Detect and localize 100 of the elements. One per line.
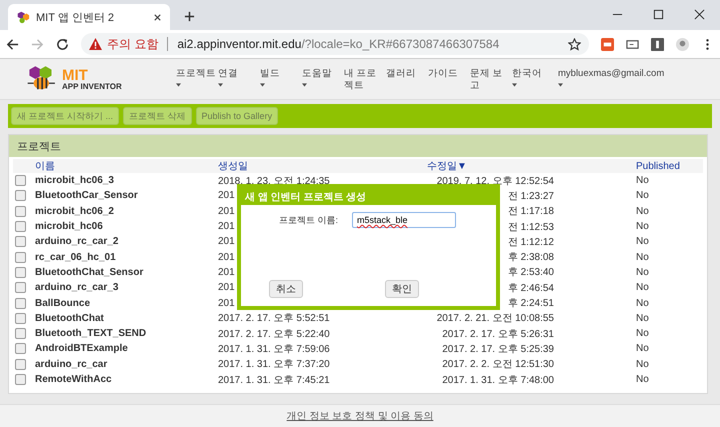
close-icon[interactable] [694, 9, 705, 20]
project-name[interactable]: BluetoothCar_Sensor [35, 190, 138, 202]
checkbox[interactable] [15, 374, 26, 385]
column-header[interactable]: 생성일 [218, 159, 427, 173]
nav-menu-item[interactable]: mybluexmas@gmail.com [558, 68, 664, 80]
created-date: 201 [218, 206, 235, 217]
modified-date: 전 1:12:53 [508, 222, 554, 233]
nav-menu-item[interactable]: 갤러리 [386, 68, 416, 80]
close-icon[interactable] [153, 12, 162, 22]
published-status: No [636, 328, 649, 340]
caret-icon[interactable] [218, 83, 223, 87]
project-name[interactable]: AndroidBTExample [35, 343, 128, 354]
checkbox[interactable] [15, 343, 26, 354]
profile-icon[interactable] [676, 38, 689, 50]
extension-icon[interactable] [601, 38, 614, 50]
caret-icon[interactable] [260, 83, 265, 87]
new-tab-icon[interactable] [184, 11, 195, 22]
project-name[interactable]: microbit_hc06_3 [35, 175, 114, 186]
checkbox[interactable] [15, 252, 26, 263]
project-name[interactable]: arduino_rc_car [35, 358, 108, 370]
published-status: No [636, 221, 649, 232]
project-name[interactable]: arduino_rc_car_2 [35, 236, 118, 248]
dialog-button[interactable]: 확인 [385, 280, 419, 298]
nav-menu-item[interactable]: 한국어 [512, 68, 542, 80]
checkbox[interactable] [15, 221, 26, 232]
checkbox[interactable] [15, 266, 26, 278]
project-name[interactable]: microbit_hc06 [35, 221, 103, 232]
nav-menu-item[interactable]: 프로젝트 [176, 68, 216, 80]
privacy-policy-link[interactable]: 개인 정보 보호 정책 및 이용 동의 [286, 409, 434, 423]
nav-menu-item[interactable]: 가이드 [428, 68, 458, 80]
checkbox[interactable] [15, 282, 26, 294]
address-field[interactable]: 주의 요함 ai2.appinventor.mit.edu/?locale=ko_KR#6673087466307584 [81, 33, 589, 55]
checkbox[interactable] [15, 236, 26, 248]
project-name[interactable]: arduino_rc_car_3 [35, 282, 118, 294]
created-date: 201 [218, 252, 235, 263]
modified-date: 2017. 2. 2. 오전 12:51:30 [442, 359, 554, 370]
project-name[interactable]: RemoteWithAcc [35, 374, 112, 385]
created-date: 201 [218, 298, 235, 309]
browser-tab[interactable]: MIT 앱 인벤터 2 [8, 4, 170, 30]
published-status: No [636, 282, 649, 294]
app-logo-icon [16, 10, 30, 24]
nav-menu-item[interactable]: 문제 보고 [470, 68, 510, 92]
modified-date: 후 2:38:08 [508, 252, 554, 264]
created-date: 2017. 2. 17. 오후 5:52:51 [218, 313, 330, 324]
caret-icon[interactable] [558, 83, 563, 87]
project-name[interactable]: BluetoothChat_Sensor [35, 266, 144, 278]
created-date: 201 [218, 266, 235, 278]
created-date: 201 [218, 221, 235, 232]
caret-icon[interactable] [176, 83, 181, 87]
back-icon[interactable] [6, 38, 19, 50]
published-status: No [636, 266, 649, 278]
tab-title: MIT 앱 인벤터 2 [36, 10, 116, 24]
nav-menu-item[interactable]: 도움말 [302, 68, 332, 80]
project-name[interactable]: microbit_hc06_2 [35, 206, 114, 217]
project-name[interactable]: BluetoothChat [35, 312, 104, 324]
dialog-button[interactable]: 취소 [269, 280, 303, 298]
caret-icon[interactable] [512, 83, 517, 87]
checkbox[interactable] [15, 328, 26, 340]
star-icon[interactable] [568, 38, 581, 50]
column-header[interactable]: Published [636, 160, 696, 172]
extension-icon[interactable] [626, 38, 639, 50]
created-date: 201 [218, 190, 235, 202]
project-name[interactable]: rc_car_06_hc_01 [35, 252, 116, 263]
security-label: 주의 요함 [107, 36, 158, 52]
field-label: 프로젝트 이름: [279, 214, 338, 226]
url-text: ai2.appinventor.mit.edu/?locale=ko_KR#6673087466307584 [177, 37, 500, 51]
maximize-icon[interactable] [653, 9, 664, 20]
caret-icon[interactable] [302, 83, 307, 87]
created-date: 201 [218, 282, 235, 294]
published-status: No [636, 343, 649, 354]
column-header[interactable]: 수정일▼ [427, 159, 636, 173]
checkbox[interactable] [15, 190, 26, 202]
checkbox[interactable] [15, 206, 26, 217]
reload-icon[interactable] [56, 38, 69, 50]
checkbox[interactable] [15, 358, 26, 370]
modified-date: 전 1:17:18 [508, 206, 554, 218]
modified-date: 전 1:12:12 [508, 236, 554, 248]
panel-title: 프로젝트 [17, 140, 61, 154]
nav-menu-item[interactable]: 연결 [218, 68, 238, 80]
project-name[interactable]: BallBounce [35, 298, 90, 309]
project-name-field[interactable]: m5stack_ble [352, 212, 456, 228]
published-status: No [636, 190, 649, 202]
project-name[interactable]: Bluetooth_TEXT_SEND [35, 328, 146, 340]
column-header[interactable]: 이름 [35, 159, 218, 173]
extension-icon[interactable] [651, 38, 664, 50]
modified-date: 2017. 2. 17. 오후 5:26:31 [442, 328, 554, 340]
created-date: 2017. 1. 31. 오후 7:45:21 [218, 374, 330, 386]
checkbox[interactable] [15, 175, 26, 186]
published-status: No [636, 206, 649, 217]
created-date: 2017. 2. 17. 오후 5:22:40 [218, 328, 330, 340]
modified-date: 2017. 2. 17. 오후 5:25:39 [442, 344, 554, 355]
created-date: 2017. 1. 31. 오후 7:59:06 [218, 344, 330, 355]
nav-menu-item[interactable]: 내 프로젝트 [344, 68, 384, 92]
published-status: No [636, 298, 649, 309]
published-status: No [636, 252, 649, 263]
modified-date: 후 2:46:54 [508, 282, 554, 294]
logo-subtitle: APP INVENTOR [62, 82, 122, 90]
checkbox[interactable] [15, 312, 26, 324]
checkbox[interactable] [15, 298, 26, 309]
nav-menu-item[interactable]: 빌드 [260, 68, 280, 80]
